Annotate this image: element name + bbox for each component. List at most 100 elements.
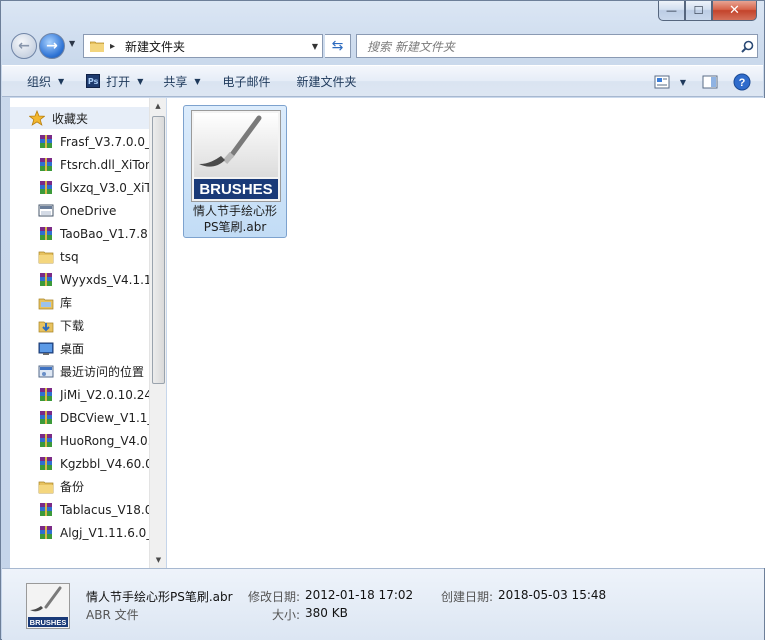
sidebar-item-label: Tablacus_V18.0 bbox=[60, 502, 149, 517]
sidebar-item-label: 桌面 bbox=[60, 342, 85, 356]
navigation-scrollbar[interactable]: ▲ ▼ bbox=[149, 98, 166, 568]
winrar-archive-icon bbox=[40, 433, 52, 447]
sidebar-item[interactable]: JiMi_V2.0.10.24_ bbox=[10, 383, 149, 406]
file-list-pane[interactable]: BRUSHES 情人节手绘心形 PS笔刷.abr bbox=[167, 98, 765, 568]
refresh-icon: ⇆ bbox=[331, 38, 344, 54]
sidebar-item[interactable]: TaoBao_V1.7.8. bbox=[10, 222, 149, 245]
back-button[interactable]: ← bbox=[11, 33, 37, 59]
thumb-caption: BRUSHES bbox=[30, 618, 67, 627]
folder-icon bbox=[90, 41, 104, 52]
search-box[interactable]: 搜索 新建文件夹 bbox=[356, 34, 758, 58]
chevron-down-icon: ▼ bbox=[58, 76, 65, 86]
sidebar-item-label: TaoBao_V1.7.8. bbox=[60, 226, 149, 241]
sidebar-item[interactable]: tsq bbox=[10, 245, 149, 268]
scroll-up-icon[interactable]: ▲ bbox=[150, 98, 166, 114]
breadcrumb-chevron-icon[interactable]: ▸ bbox=[110, 41, 115, 52]
sidebar-item[interactable]: DBCView_V1.1_ bbox=[10, 406, 149, 429]
search-input[interactable]: 搜索 新建文件夹 bbox=[367, 38, 737, 55]
downloads-icon bbox=[38, 321, 54, 332]
sidebar-item[interactable]: Kgzbbl_V4.60.0 bbox=[10, 452, 149, 475]
sidebar-item[interactable]: Tablacus_V18.0 bbox=[10, 498, 149, 521]
winrar-archive-icon bbox=[40, 387, 52, 401]
close-button[interactable]: ✕ bbox=[712, 1, 757, 21]
winrar-archive-icon bbox=[40, 456, 52, 470]
chevron-down-icon: ▼ bbox=[194, 76, 201, 86]
command-toolbar: 组织 ▼ Ps 打开 ▼ 共享 ▼ 电子邮件 新建文件夹 ▼ ? bbox=[2, 65, 763, 97]
share-menu[interactable]: 共享 ▼ bbox=[154, 65, 209, 97]
created-date-label: 创建日期: bbox=[441, 590, 494, 604]
file-name-line2: PS笔刷.abr bbox=[203, 220, 267, 234]
brush-file-icon: BRUSHES bbox=[191, 110, 281, 202]
sidebar-item[interactable]: 桌面 bbox=[10, 337, 149, 360]
star-icon bbox=[29, 110, 45, 126]
email-button[interactable]: 电子邮件 bbox=[214, 65, 280, 97]
breadcrumb-current[interactable]: 新建文件夹 bbox=[125, 38, 308, 55]
address-bar[interactable]: ▸ 新建文件夹 ▼ bbox=[83, 34, 323, 58]
navigation-bar: ← → ▼ ▸ 新建文件夹 ▼ ⇆ 搜索 新建文件夹 bbox=[9, 31, 758, 61]
sidebar-item-label: 库 bbox=[60, 296, 73, 310]
size-label: 大小: bbox=[272, 608, 301, 622]
sidebar-item[interactable]: Glxzq_V3.0_XiTo bbox=[10, 176, 149, 199]
recent-places-icon bbox=[38, 365, 54, 377]
sidebar-item-label: tsq bbox=[60, 249, 79, 264]
sidebar-item[interactable]: Wyyxds_V4.1.1. bbox=[10, 268, 149, 291]
favorites-header[interactable]: 收藏夹 bbox=[10, 107, 149, 129]
sidebar-item-label: HuoRong_V4.0. bbox=[60, 433, 149, 448]
refresh-button[interactable]: ⇆ bbox=[325, 34, 351, 58]
file-name: 情人节手绘心形 PS笔刷.abr bbox=[184, 203, 286, 235]
open-menu[interactable]: Ps 打开 ▼ bbox=[77, 65, 152, 97]
new-folder-button[interactable]: 新建文件夹 bbox=[288, 65, 366, 97]
forward-button[interactable]: → bbox=[39, 33, 65, 59]
sidebar-item-label: Kgzbbl_V4.60.0 bbox=[60, 456, 149, 471]
favorites-list: Frasf_V3.7.0.0_X Ftsrch.dll_XiTon Glxzq_V3… bbox=[10, 130, 149, 544]
preview-pane-icon[interactable] bbox=[699, 71, 721, 93]
sidebar-item[interactable]: HuoRong_V4.0. bbox=[10, 429, 149, 452]
details-file-name: 情人节手绘心形PS笔刷.abr bbox=[86, 590, 233, 604]
modified-date-value: 2012-01-18 17:02 bbox=[305, 588, 414, 602]
maximize-button[interactable]: ☐ bbox=[685, 1, 712, 21]
caption-buttons: — ☐ ✕ bbox=[658, 1, 757, 21]
sidebar-item-label: 最近访问的位置 bbox=[60, 365, 145, 379]
file-item[interactable]: BRUSHES 情人节手绘心形 PS笔刷.abr bbox=[183, 105, 287, 238]
sidebar-item[interactable]: 最近访问的位置 bbox=[10, 360, 149, 383]
organize-menu[interactable]: 组织 ▼ bbox=[18, 65, 73, 97]
search-icon[interactable] bbox=[737, 36, 757, 56]
scroll-down-icon[interactable]: ▼ bbox=[150, 552, 167, 568]
created-date-value: 2018-05-03 15:48 bbox=[498, 588, 607, 602]
desktop-icon bbox=[38, 342, 54, 355]
sidebar-item-label: Glxzq_V3.0_XiTo bbox=[60, 180, 149, 195]
folder-icon bbox=[38, 251, 54, 263]
sidebar-item-label: Wyyxds_V4.1.1. bbox=[60, 272, 149, 287]
new-folder-label: 新建文件夹 bbox=[296, 74, 357, 89]
size-value: 380 KB bbox=[305, 606, 348, 620]
sidebar-item-label: Algj_V1.11.6.0_X bbox=[60, 525, 149, 540]
sidebar-item[interactable]: 备份 bbox=[10, 475, 149, 498]
scrollbar-thumb[interactable] bbox=[152, 116, 165, 384]
winrar-archive-icon bbox=[40, 525, 52, 539]
sidebar-item-label: Frasf_V3.7.0.0_X bbox=[60, 134, 149, 149]
view-dropdown-icon[interactable]: ▼ bbox=[677, 71, 689, 93]
recent-pages-dropdown[interactable]: ▼ bbox=[69, 39, 75, 48]
brush-file-icon: BRUSHES bbox=[26, 583, 70, 629]
chevron-down-icon: ▼ bbox=[137, 76, 144, 86]
sidebar-item-label: 备份 bbox=[60, 480, 85, 494]
view-controls: ▼ ? bbox=[647, 66, 753, 98]
onedrive-icon bbox=[38, 204, 54, 216]
change-view-icon[interactable] bbox=[651, 71, 673, 93]
thumb-caption: BRUSHES bbox=[199, 181, 272, 198]
sidebar-item[interactable]: Ftsrch.dll_XiTon bbox=[10, 153, 149, 176]
help-icon[interactable]: ? bbox=[731, 71, 753, 93]
minimize-button[interactable]: — bbox=[658, 1, 685, 21]
sidebar-item[interactable]: Algj_V1.11.6.0_X bbox=[10, 521, 149, 544]
address-history-dropdown[interactable]: ▼ bbox=[308, 42, 322, 51]
sidebar-item-label: 下载 bbox=[60, 319, 85, 333]
sidebar-item[interactable]: 库 bbox=[10, 291, 149, 314]
sidebar-item[interactable]: OneDrive bbox=[10, 199, 149, 222]
sidebar-item[interactable]: 下载 bbox=[10, 314, 149, 337]
sidebar-item-label: OneDrive bbox=[60, 203, 117, 218]
sidebar-item-label: JiMi_V2.0.10.24_ bbox=[60, 387, 149, 402]
photoshop-icon: Ps bbox=[86, 74, 101, 88]
winrar-archive-icon bbox=[40, 502, 52, 516]
explorer-window: — ☐ ✕ ← → ▼ ▸ 新建文件夹 ▼ ⇆ 搜索 新建文件夹 组织 ▼ Ps… bbox=[0, 0, 765, 640]
sidebar-item[interactable]: Frasf_V3.7.0.0_X bbox=[10, 130, 149, 153]
